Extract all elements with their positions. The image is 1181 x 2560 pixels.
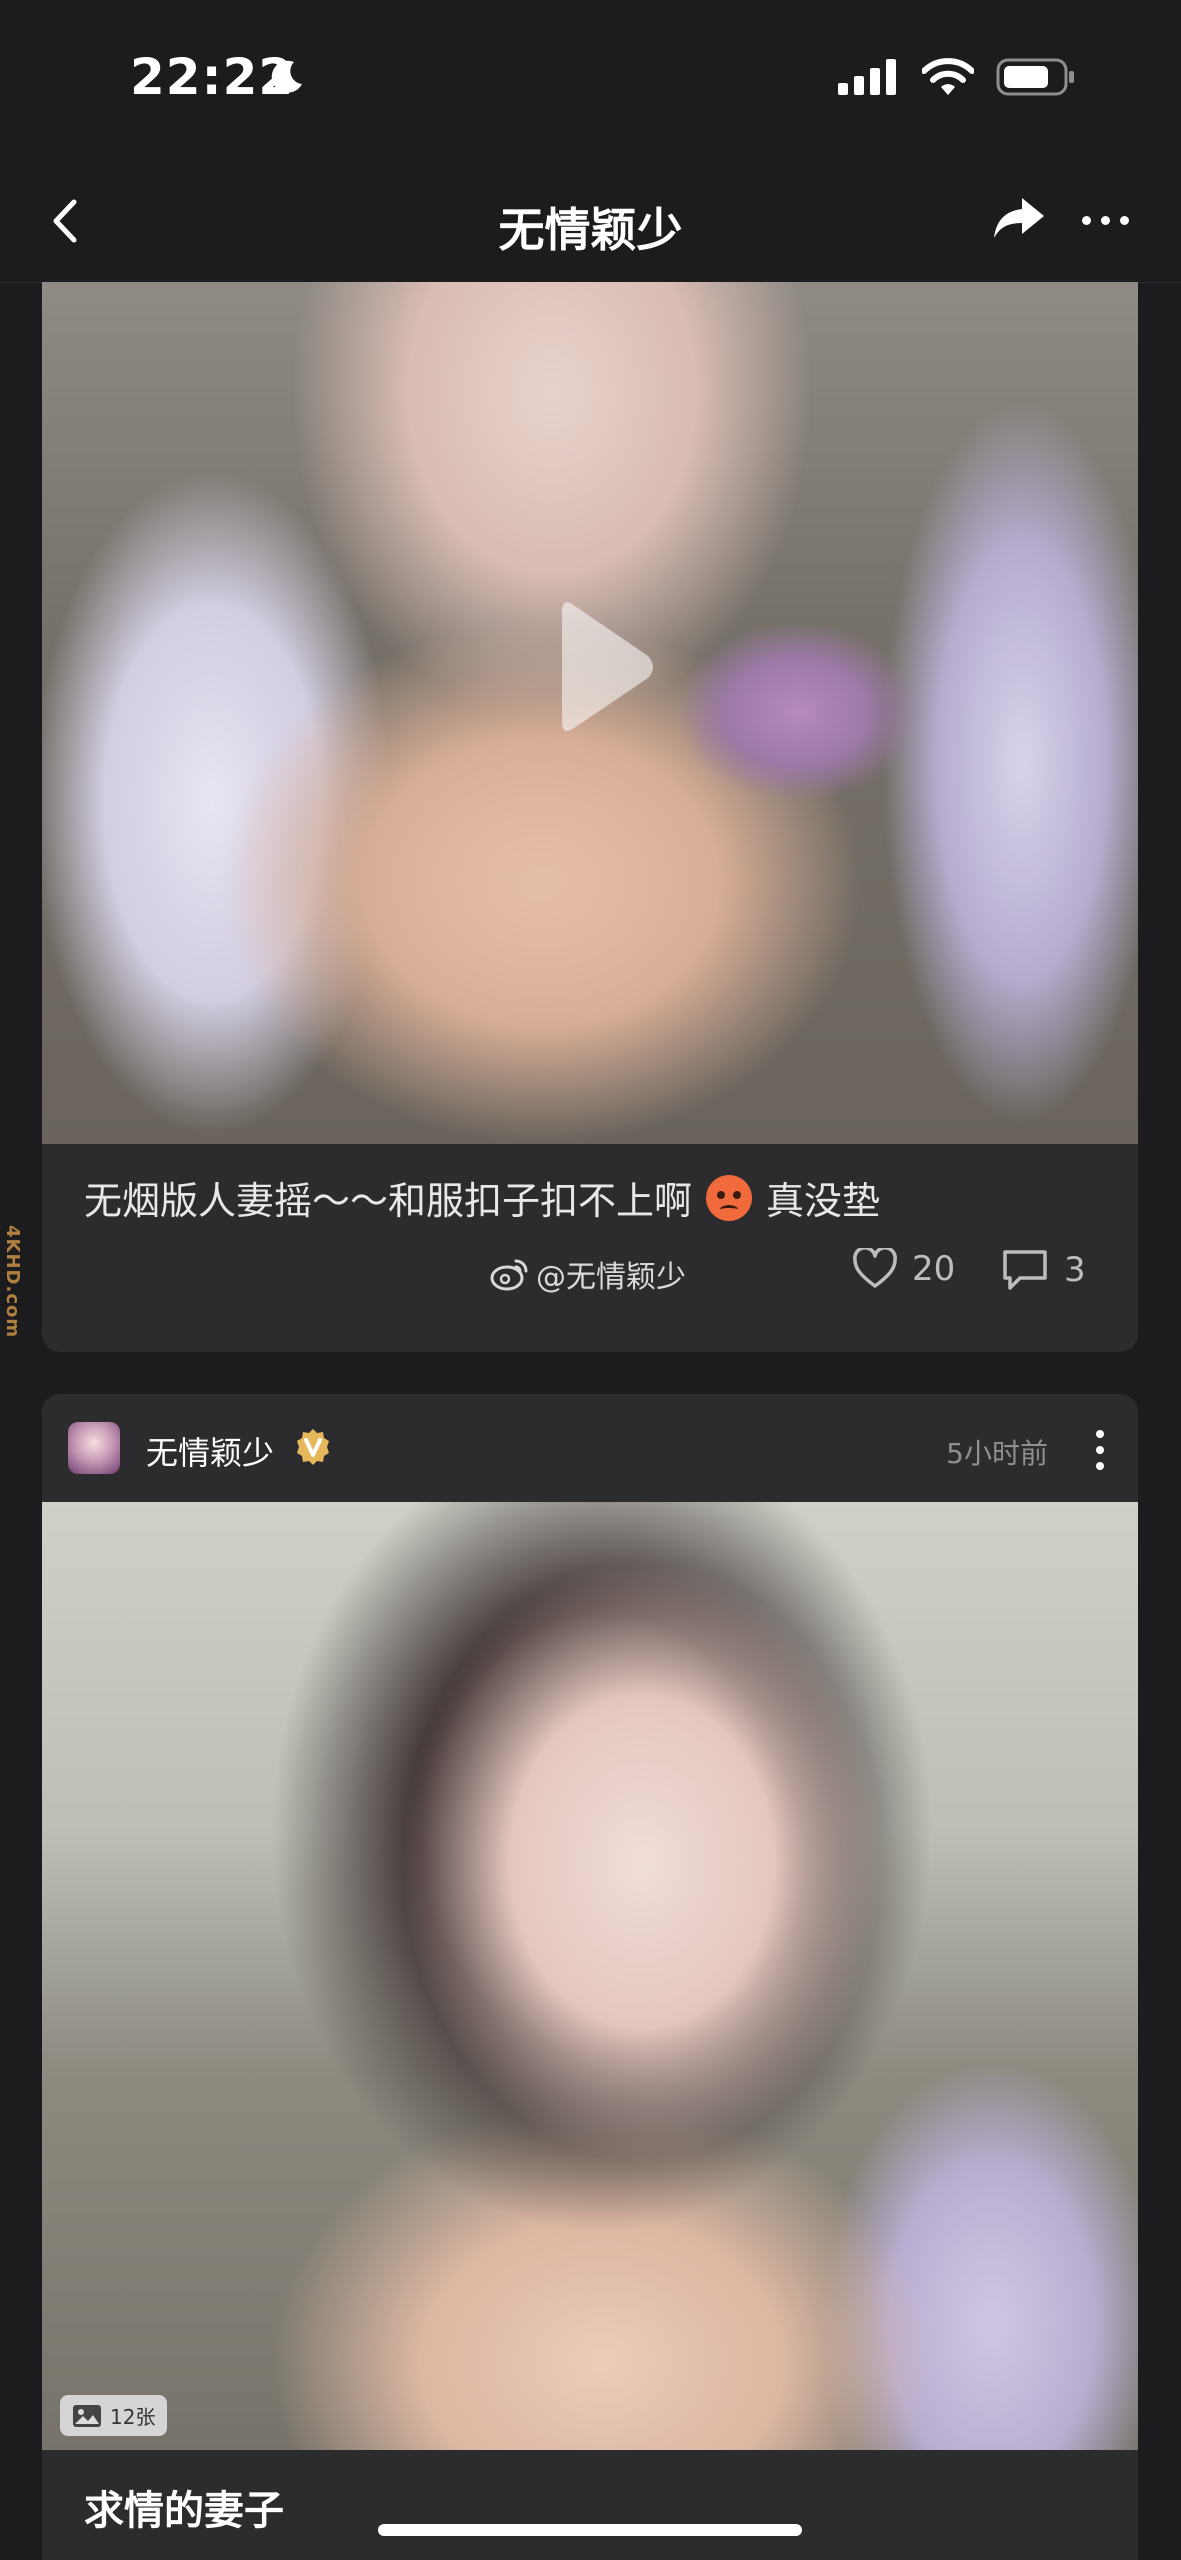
avatar[interactable]	[68, 1422, 120, 1474]
image-count: 12张	[110, 2405, 156, 2429]
share-icon[interactable]	[992, 196, 1046, 242]
heart-icon	[853, 1248, 897, 1288]
post-meta-row: @无情颖少 20 3	[42, 1244, 1138, 1304]
battery-icon	[996, 58, 1074, 96]
play-icon[interactable]	[552, 592, 662, 742]
comment-button[interactable]: 3	[1000, 1248, 1086, 1292]
post-header: 无情颖少 5小时前	[42, 1394, 1138, 1502]
post-card[interactable]: 无烟版人妻摇～～和服扣子扣不上啊 真没垫 @无情颖少 20 3	[42, 282, 1138, 1352]
caption-suffix: 真没垫	[766, 1179, 881, 1223]
post-card[interactable]: 无情颖少 5小时前 12张 求情的妻子	[42, 1394, 1138, 2560]
like-count: 20	[912, 1249, 956, 1289]
status-icons	[838, 58, 1076, 96]
author-name[interactable]: 无情颖少	[146, 1428, 274, 1474]
post-caption: 无烟版人妻摇～～和服扣子扣不上啊 真没垫	[84, 1170, 880, 1225]
post-image[interactable]: 12张	[42, 1502, 1138, 2450]
signal-icon	[838, 59, 896, 95]
nav-bar: 无情颖少	[0, 160, 1181, 283]
comment-icon	[1003, 1250, 1047, 1290]
source-link[interactable]: @无情颖少	[490, 1252, 686, 1296]
verified-badge-icon	[297, 1429, 329, 1465]
home-indicator[interactable]	[378, 2524, 802, 2536]
post-time: 5小时前	[946, 1437, 1048, 1470]
more-icon[interactable]	[1082, 216, 1129, 225]
more-options-icon[interactable]	[1096, 1430, 1104, 1470]
caption-text: 无烟版人妻摇～～和服扣子扣不上啊	[84, 1179, 693, 1223]
like-button[interactable]: 20	[852, 1248, 955, 1290]
post-title: 求情的妻子	[84, 2488, 284, 2534]
image-count-badge: 12张	[60, 2395, 168, 2436]
status-bar: 22:22	[0, 0, 1181, 160]
watermark: 4KHD.com	[2, 1225, 23, 1339]
wifi-icon	[922, 58, 974, 95]
post-video-thumbnail[interactable]	[42, 282, 1138, 1144]
comment-count: 3	[1064, 1250, 1086, 1290]
angry-emoji-icon	[706, 1174, 753, 1221]
weibo-icon	[490, 1259, 528, 1291]
image-icon	[73, 2404, 101, 2427]
source-text: @无情颖少	[536, 1260, 686, 1295]
moon-icon	[271, 60, 302, 93]
